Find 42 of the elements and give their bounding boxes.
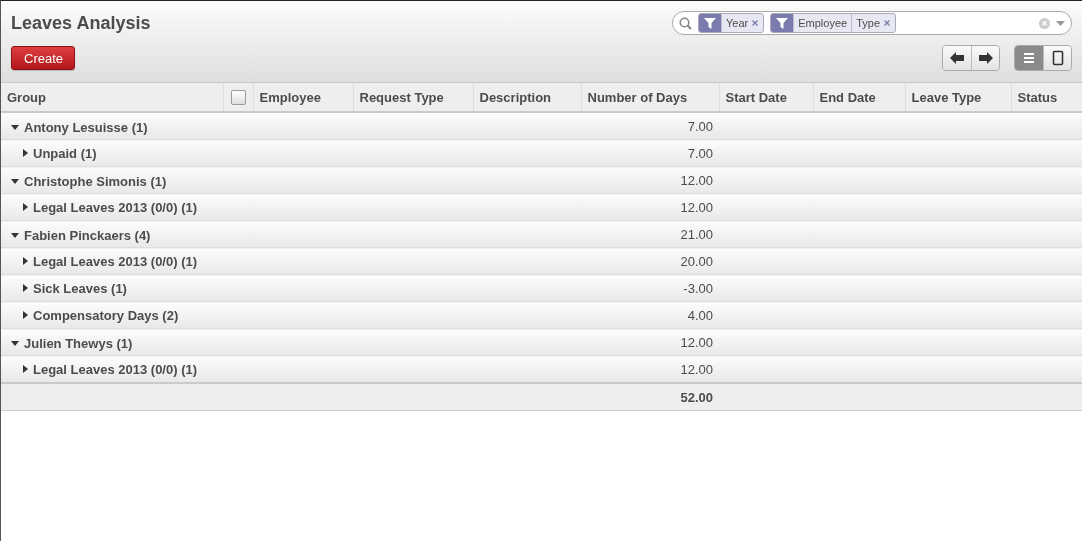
filter-icon xyxy=(776,17,789,29)
group-label[interactable]: Unpaid (1) xyxy=(33,145,97,161)
next-button[interactable] xyxy=(971,46,999,70)
column-header[interactable]: Description xyxy=(473,83,581,112)
dropdown-caret-icon[interactable] xyxy=(1056,20,1065,26)
column-header[interactable]: Leave Type xyxy=(905,83,1011,112)
days-value: 21.00 xyxy=(680,226,713,242)
arrow-left-icon xyxy=(950,52,964,64)
page-title: Leaves Analysis xyxy=(11,12,151,34)
total-value: 52.00 xyxy=(680,389,713,405)
column-header[interactable]: Number of Days xyxy=(581,83,719,112)
days-value: 7.00 xyxy=(687,118,713,134)
days-value: 7.00 xyxy=(687,145,713,161)
days-value: 20.00 xyxy=(680,253,713,269)
days-value: -3.00 xyxy=(683,280,713,296)
list-view-icon xyxy=(1021,50,1037,66)
column-header[interactable]: End Date xyxy=(813,83,905,112)
column-header[interactable]: Start Date xyxy=(719,83,813,112)
previous-button[interactable] xyxy=(943,46,971,70)
column-header[interactable]: Group xyxy=(1,83,223,112)
select-all-checkbox[interactable] xyxy=(230,89,246,105)
column-header[interactable]: Employee xyxy=(253,83,353,112)
form-view-button[interactable] xyxy=(1043,46,1071,70)
facet-value: Year xyxy=(721,14,753,32)
days-value: 12.00 xyxy=(680,334,713,350)
days-value: 12.00 xyxy=(680,361,713,377)
search-facet[interactable]: Employee Type xyxy=(770,13,896,33)
facet-value: Type xyxy=(851,14,884,32)
column-header[interactable]: Status xyxy=(1011,83,1082,112)
remove-icon[interactable] xyxy=(752,20,759,26)
create-button[interactable]: Create xyxy=(11,46,75,70)
search-facet[interactable]: Year xyxy=(698,13,765,33)
facet-value: Employee xyxy=(793,14,852,32)
arrow-right-icon xyxy=(978,52,993,64)
column-header[interactable]: Request Type xyxy=(353,83,473,112)
filter-icon xyxy=(704,17,716,29)
remove-icon[interactable] xyxy=(884,20,890,26)
days-value: 12.00 xyxy=(680,172,713,188)
search-icon xyxy=(679,16,692,30)
days-value: 4.00 xyxy=(687,307,713,323)
search-field[interactable]: Year Employee Type xyxy=(672,11,1072,35)
days-value: 12.00 xyxy=(680,199,713,215)
